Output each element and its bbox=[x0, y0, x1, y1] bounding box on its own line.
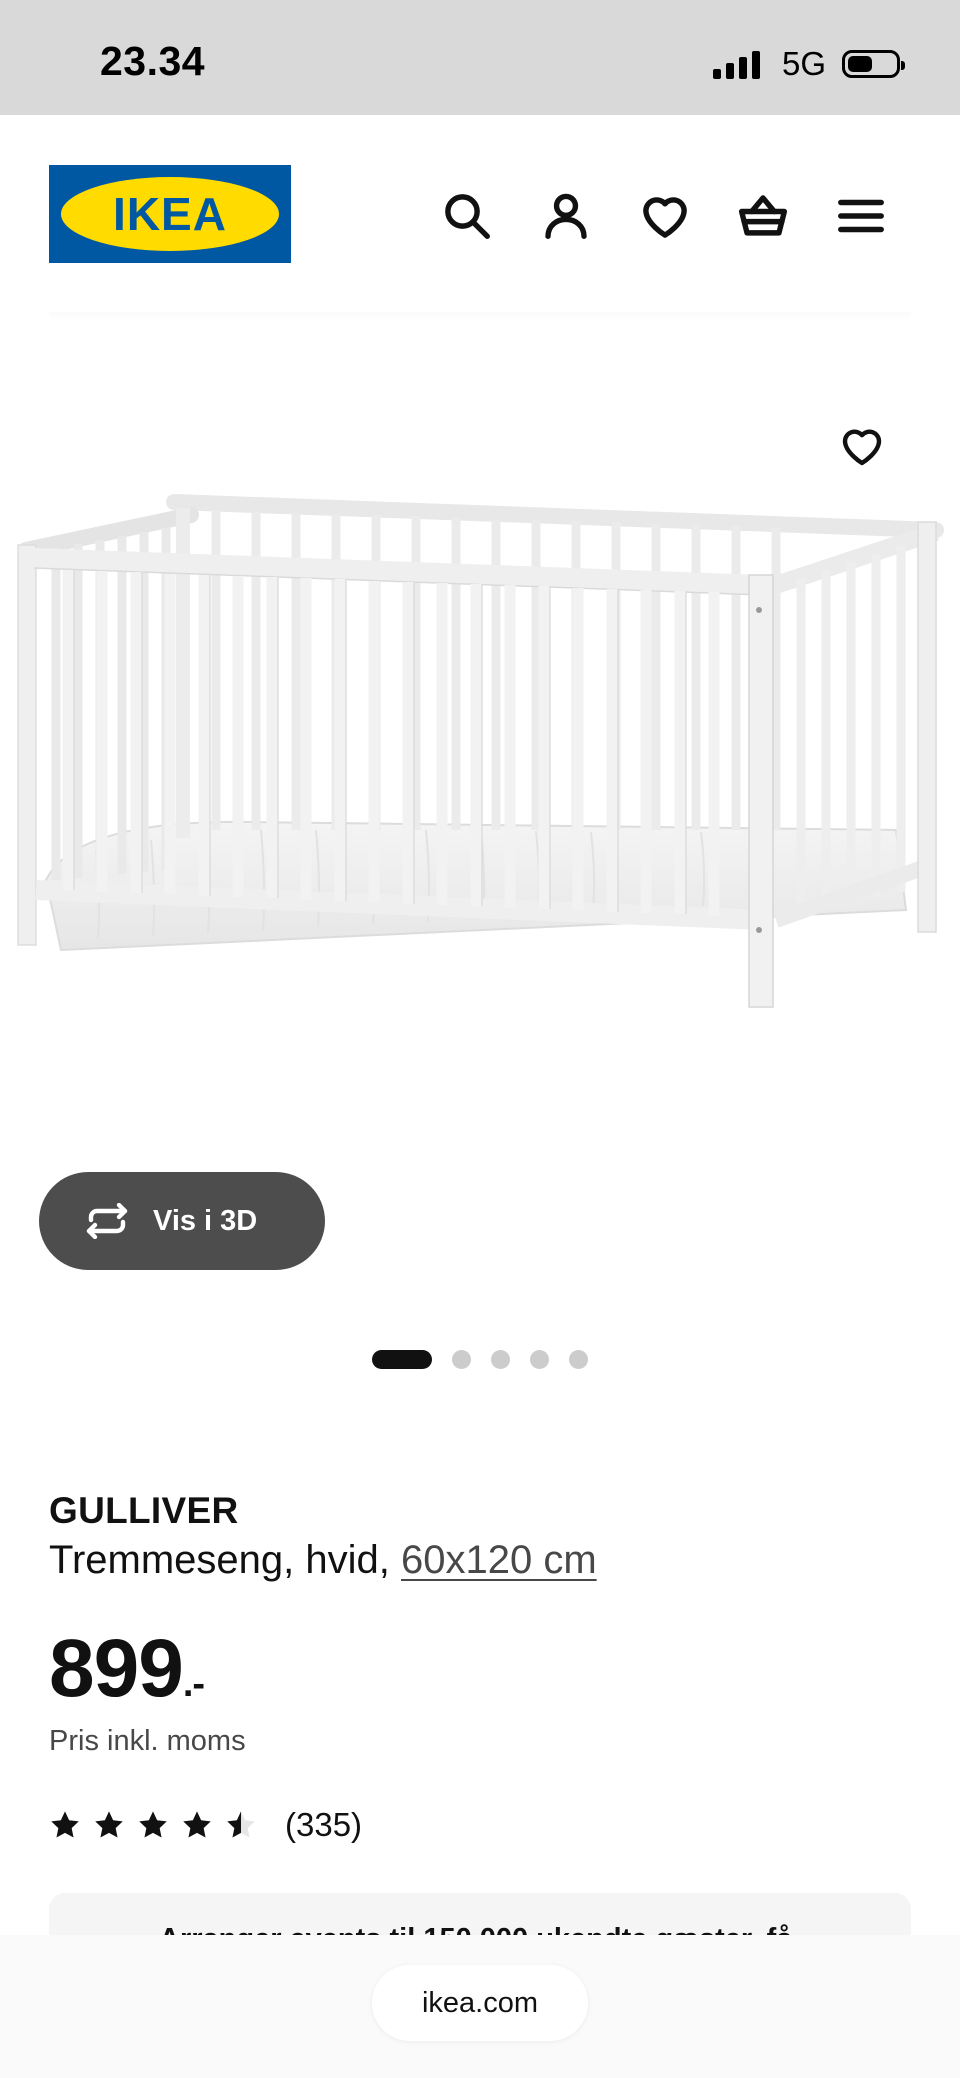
price-value: 899 bbox=[49, 1623, 184, 1714]
header-divider bbox=[49, 312, 911, 320]
url-text: ikea.com bbox=[421, 1986, 539, 2019]
product-gallery[interactable]: Vis i 3D bbox=[0, 330, 960, 1369]
star-icon bbox=[139, 1811, 167, 1838]
status-bar: 23.34 5G bbox=[0, 0, 960, 115]
product-image-crib bbox=[17, 494, 944, 1008]
heart-icon[interactable] bbox=[638, 189, 692, 243]
star-icon bbox=[95, 1811, 123, 1838]
address-bar[interactable]: ikea.com bbox=[372, 1965, 588, 2041]
heart-icon bbox=[842, 429, 882, 466]
product-description: Tremmeseng, hvid, 60x120 cm bbox=[49, 1538, 597, 1583]
logo-oval: IKEA bbox=[61, 177, 279, 251]
pagination-dot-1[interactable] bbox=[372, 1350, 432, 1369]
logo-text: IKEA bbox=[113, 188, 227, 240]
pagination-dot-4[interactable] bbox=[530, 1350, 549, 1369]
product-rating[interactable]: (335) bbox=[49, 1806, 362, 1844]
product-type: Tremmeseng, hvid, bbox=[49, 1538, 401, 1582]
price-suffix: .- bbox=[182, 1663, 205, 1705]
site-header: IKEA bbox=[0, 115, 960, 315]
status-time: 23.34 bbox=[100, 38, 206, 84]
ikea-logo[interactable]: IKEA bbox=[49, 165, 291, 263]
add-to-favourites-button[interactable] bbox=[838, 422, 886, 470]
price-note: Pris inkl. moms bbox=[49, 1725, 246, 1757]
pagination-dot-5[interactable] bbox=[569, 1350, 588, 1369]
star-icon bbox=[51, 1811, 79, 1838]
pagination-dot-3[interactable] bbox=[491, 1350, 510, 1369]
battery-fill bbox=[848, 56, 873, 72]
browser-bottom-bar: ikea.com bbox=[0, 1935, 960, 2078]
search-icon[interactable] bbox=[440, 189, 494, 243]
menu-icon[interactable] bbox=[834, 189, 888, 243]
network-label: 5G bbox=[781, 45, 826, 82]
view-3d-button[interactable]: Vis i 3D bbox=[39, 1172, 325, 1270]
signal-icon bbox=[712, 49, 760, 79]
rotate-3d-icon bbox=[86, 1203, 128, 1239]
product-price: 899.- bbox=[49, 1622, 205, 1716]
product-name: GULLIVER bbox=[49, 1490, 239, 1531]
half-star-icon bbox=[227, 1811, 255, 1838]
pagination-dot-2[interactable] bbox=[452, 1350, 471, 1369]
view-3d-label: Vis i 3D bbox=[153, 1204, 258, 1237]
user-icon[interactable] bbox=[539, 189, 593, 243]
status-indicators: 5G bbox=[712, 44, 905, 84]
review-count: (335) bbox=[285, 1806, 363, 1843]
star-icon bbox=[183, 1811, 211, 1838]
product-size-link[interactable]: 60x120 cm bbox=[401, 1538, 597, 1582]
gallery-pagination bbox=[0, 1350, 960, 1369]
battery-icon bbox=[842, 50, 905, 78]
basket-icon[interactable] bbox=[736, 189, 790, 243]
